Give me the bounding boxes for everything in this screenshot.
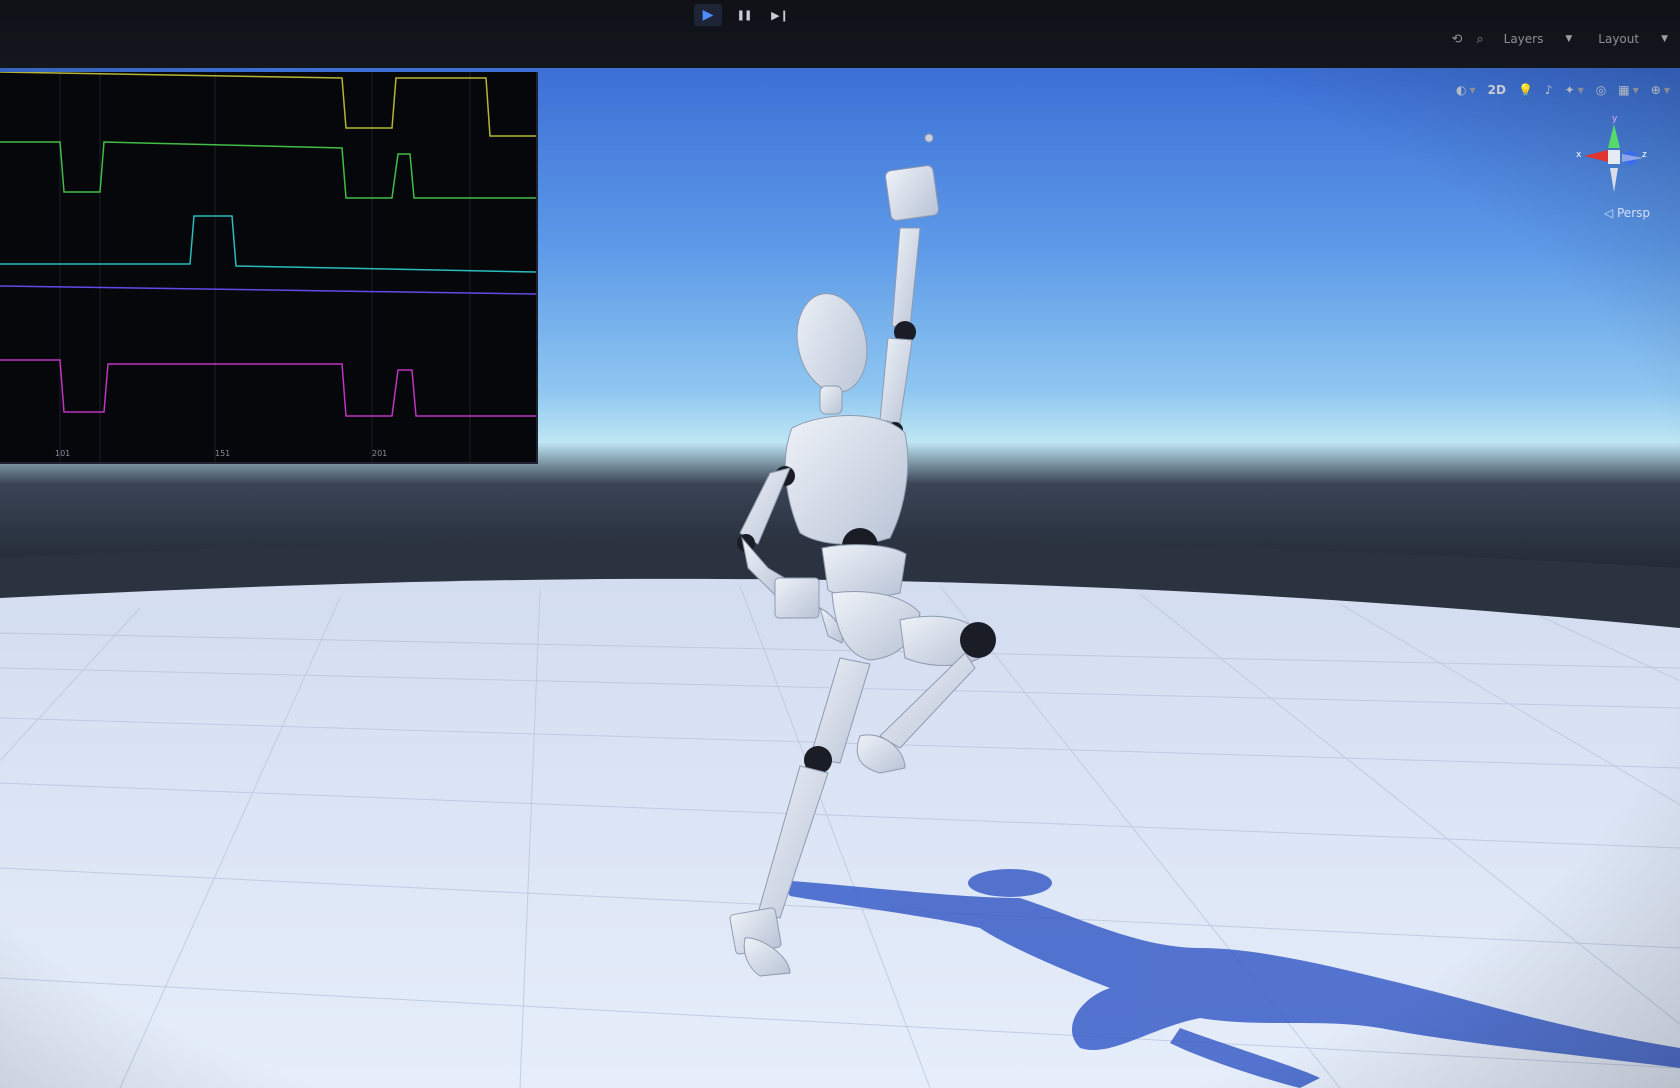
unity-editor-window: ▶ ❚❚ ▶❙ ⟲ ⌕ Layers ▼ Layout ▼ ◐ ▼ 2D 💡 ♪… [0, 0, 1680, 1088]
shading-mode-icon: ◐ [1456, 83, 1467, 97]
audio-toggle-icon: ♪ [1544, 83, 1553, 97]
orientation-gizmo[interactable]: y x z [1574, 114, 1654, 198]
effects-icon: ✦ [1564, 83, 1575, 97]
step-button[interactable]: ▶❙ [766, 4, 794, 26]
gizmos-button[interactable]: ⊕ ▼ [1651, 83, 1670, 97]
gizmos-icon: ⊕ [1650, 83, 1661, 97]
chevron-down-icon: ▼ [1577, 85, 1584, 95]
grid-icon: ▦ [1618, 83, 1630, 97]
toggle-2d-button[interactable]: 2D [1488, 83, 1506, 97]
pause-icon: ❚❚ [736, 9, 753, 21]
graph-tick-label: 101 [55, 449, 71, 458]
graph-trace-line [0, 71, 536, 137]
lighting-toggle-button[interactable]: 💡 [1518, 83, 1533, 97]
x-axis-cone [1584, 150, 1608, 162]
pause-button[interactable]: ❚❚ [730, 4, 758, 26]
graph-trace-line [0, 141, 536, 199]
step-icon: ▶❙ [771, 8, 789, 22]
chevron-down-icon: ▼ [1469, 85, 1476, 95]
effects-button[interactable]: ✦ ▼ [1565, 83, 1584, 97]
play-button[interactable]: ▶ [694, 4, 722, 26]
layout-label: Layout [1598, 32, 1640, 46]
play-icon: ▶ [702, 7, 714, 23]
history-icon[interactable]: ⟲ [1451, 32, 1462, 47]
graph-tick-label: 201 [372, 449, 388, 458]
layers-label: Layers [1503, 32, 1544, 46]
scene-view-toolbar: ◐ ▼ 2D 💡 ♪ ✦ ▼ ◎ ▦ ▼ ⊕ ▼ [1370, 74, 1680, 106]
editor-right-tools: ⟲ ⌕ Layers ▼ Layout ▼ [1451, 30, 1674, 48]
animation-graph-panel[interactable]: 101 151 201 [0, 71, 538, 464]
gizmo-y-label: y [1612, 114, 1618, 124]
graph-tick-label: 151 [215, 449, 231, 458]
visibility-icon: ◎ [1595, 83, 1607, 97]
audio-toggle-button[interactable]: ♪ [1545, 83, 1553, 97]
layers-dropdown[interactable]: Layers ▼ [1498, 30, 1579, 48]
chevron-down-icon: ▼ [1565, 34, 1573, 44]
projection-label[interactable]: ◁ Persp [1604, 206, 1650, 220]
gizmo-z-label: z [1642, 150, 1647, 160]
playmode-controls: ▶ ❚❚ ▶❙ [694, 4, 794, 26]
visibility-toggle-button[interactable]: ◎ [1596, 83, 1606, 97]
signal-graph [0, 71, 537, 462]
gizmo-x-label: x [1576, 150, 1582, 160]
layout-dropdown[interactable]: Layout ▼ [1592, 30, 1674, 48]
y-axis-cone [1608, 124, 1620, 148]
chevron-down-icon: ▼ [1661, 34, 1668, 44]
search-icon[interactable]: ⌕ [1476, 32, 1483, 47]
toggle-2d-label: 2D [1487, 83, 1506, 97]
chevron-down-icon: ▼ [1632, 85, 1639, 95]
editor-toolbar: ▶ ❚❚ ▶❙ ⟲ ⌕ Layers ▼ Layout ▼ [0, 0, 1680, 68]
graph-trace-line [0, 215, 537, 273]
lighting-toggle-icon: 💡 [1517, 83, 1533, 97]
shading-mode-button[interactable]: ◐ ▼ [1456, 83, 1476, 97]
graph-trace-line [0, 285, 537, 295]
grid-button[interactable]: ▦ ▼ [1618, 83, 1639, 97]
graph-trace-line [0, 359, 536, 417]
chevron-down-icon: ▼ [1663, 85, 1670, 95]
